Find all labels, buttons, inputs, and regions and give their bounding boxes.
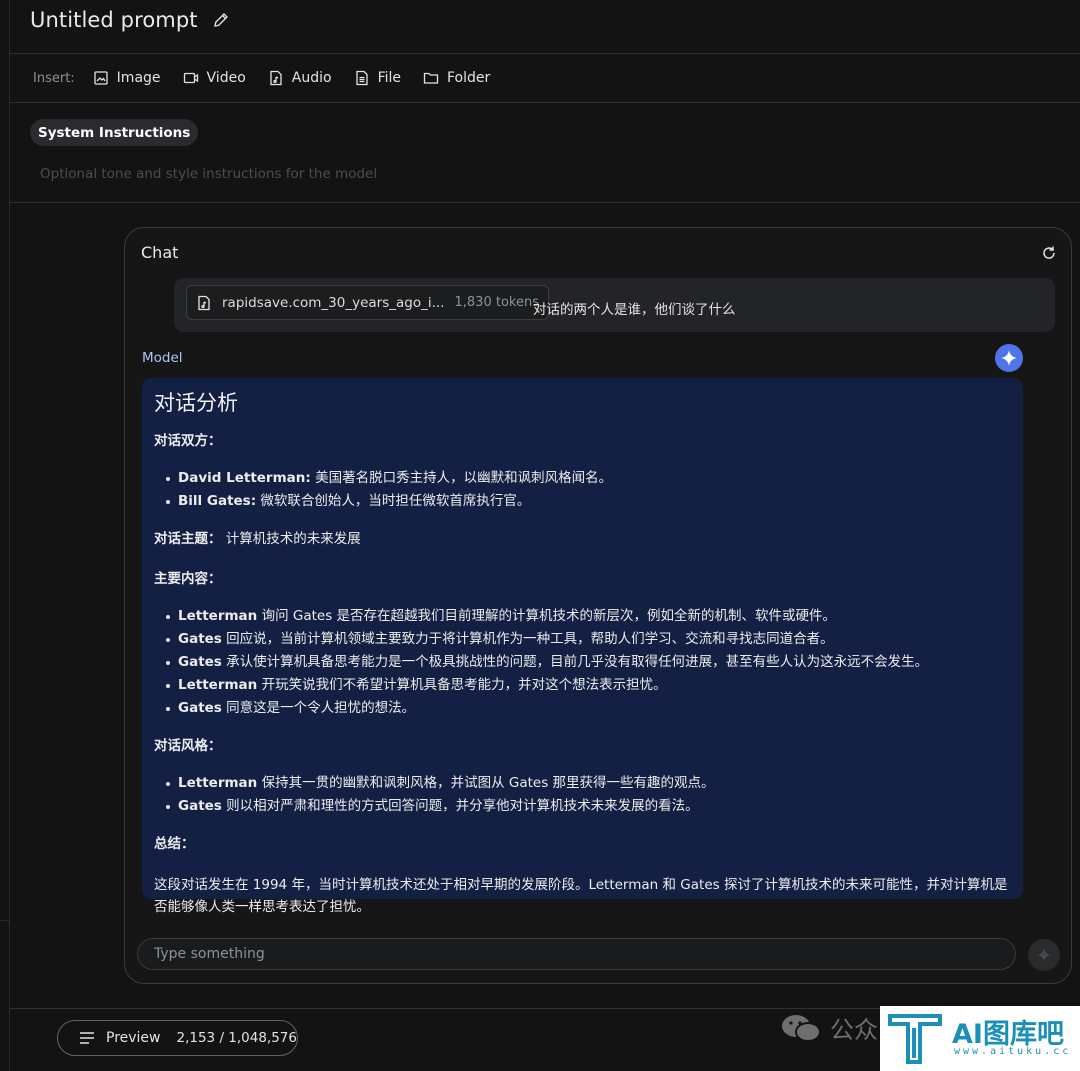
model-label: Model — [142, 350, 183, 366]
aituku-logo-watermark: AI图库吧 www.aituku.cc — [880, 1006, 1080, 1071]
preview-label: Preview — [106, 1030, 161, 1046]
wechat-watermark: 公众 — [780, 1010, 878, 1045]
left-divider-tick — [0, 920, 9, 921]
menu-lines-icon — [80, 1032, 94, 1044]
refresh-icon[interactable] — [1041, 245, 1057, 261]
insert-image-button[interactable]: Image — [93, 70, 161, 86]
file-token-count: 1,830 tokens — [454, 295, 539, 310]
list-item: Letterman 询问 Gates 是否存在超越我们目前理解的计算机技术的新层… — [166, 605, 1011, 628]
left-divider — [9, 0, 10, 1071]
content-title: 主要内容： — [154, 571, 222, 587]
audio-file-icon — [198, 295, 210, 310]
wechat-watermark-text: 公众 — [830, 1016, 878, 1044]
audio-icon — [270, 70, 282, 86]
user-message-text: 对话的两个人是谁，他们谈了什么 — [533, 302, 736, 318]
insert-label: Insert: — [33, 70, 75, 86]
content-list: Letterman 询问 Gates 是否存在超越我们目前理解的计算机技术的新层… — [166, 605, 1011, 720]
summary-title: 总结： — [154, 836, 195, 852]
list-item: David Letterman: 美国著名脱口秀主持人，以幽默和讽刺风格闻名。 — [166, 467, 1011, 490]
file-icon — [355, 70, 368, 86]
insert-video-button[interactable]: Video — [183, 70, 246, 86]
token-count: 2,153 / 1,048,576 — [176, 1030, 298, 1046]
system-instructions-chip[interactable]: System Instructions — [30, 119, 199, 146]
insert-toolbar: Insert: Image Video Audio File Folder — [33, 66, 512, 90]
system-instructions-input[interactable] — [40, 166, 740, 182]
aituku-logo-icon — [888, 1014, 942, 1064]
list-item: Bill Gates: 微软联合创始人，当时担任微软首席执行官。 — [166, 490, 1011, 513]
chat-input[interactable] — [137, 938, 1016, 970]
insert-video-label: Video — [206, 70, 246, 86]
image-icon — [94, 71, 108, 85]
list-item: Gates 回应说，当前计算机领域主要致力于将计算机作为一种工具，帮助人们学习、… — [166, 628, 1011, 651]
video-icon — [183, 72, 198, 84]
model-avatar[interactable] — [995, 344, 1023, 372]
attached-file-chip[interactable]: rapidsave.com_30_years_ago_i... 1,830 to… — [186, 285, 549, 320]
list-item: Letterman 开玩笑说我们不希望计算机具备思考能力，并对这个想法表示担忧。 — [166, 674, 1011, 697]
edit-pencil-icon[interactable] — [212, 11, 230, 29]
topic-line: 对话主题： 计算机技术的未来发展 — [154, 531, 361, 547]
insert-image-label: Image — [116, 70, 161, 86]
list-item: Letterman 保持其一贯的幽默和讽刺风格，并试图从 Gates 那里获得一… — [166, 772, 1011, 795]
insert-folder-button[interactable]: Folder — [423, 70, 490, 86]
list-item: Gates 同意这是一个令人担忧的想法。 — [166, 697, 1011, 720]
response-heading: 对话分析 — [154, 391, 238, 415]
folder-icon — [423, 72, 439, 84]
participants-list: David Letterman: 美国著名脱口秀主持人，以幽默和讽刺风格闻名。 … — [166, 467, 1011, 513]
title-row: Untitled prompt — [30, 8, 230, 32]
insert-folder-label: Folder — [447, 70, 491, 86]
list-item: Gates 则以相对严肃和理性的方式回答问题，并分享他对计算机技术未来发展的看法… — [166, 795, 1011, 818]
insert-file-button[interactable]: File — [354, 70, 401, 86]
insert-audio-label: Audio — [291, 70, 332, 86]
model-response: 对话分析 对话双方： David Letterman: 美国著名脱口秀主持人，以… — [142, 378, 1023, 915]
chat-panel: Chat rapidsave.com_30_years_ago_i... 1,8… — [124, 227, 1072, 984]
run-button[interactable] — [1028, 939, 1060, 971]
preview-button[interactable]: Preview 2,153 / 1,048,576 — [57, 1020, 298, 1056]
user-message: rapidsave.com_30_years_ago_i... 1,830 to… — [174, 278, 1055, 332]
divider — [9, 102, 1080, 103]
divider — [9, 202, 1080, 203]
wechat-icon — [782, 1014, 821, 1042]
divider — [9, 53, 1080, 54]
prompt-title[interactable]: Untitled prompt — [30, 8, 198, 32]
app-frame: Untitled prompt Insert: Image Video Audi… — [0, 0, 1080, 1071]
insert-audio-button[interactable]: Audio — [268, 70, 332, 86]
style-title: 对话风格： — [154, 738, 222, 754]
list-item: Gates 承认使计算机具备思考能力是一个极具挑战性的问题，目前几乎没有取得任何… — [166, 651, 1011, 674]
logo-subtext: www.aituku.cc — [954, 1046, 1072, 1057]
style-list: Letterman 保持其一贯的幽默和讽刺风格，并试图从 Gates 那里获得一… — [166, 772, 1011, 818]
participants-title: 对话双方： — [154, 433, 222, 449]
insert-file-label: File — [377, 70, 401, 86]
sparkle-icon — [1037, 948, 1051, 962]
sparkle-icon — [1001, 350, 1017, 366]
summary-text: 这段对话发生在 1994 年，当时计算机技术还处于相对早期的发展阶段。Lette… — [154, 877, 1008, 915]
chat-title: Chat — [141, 243, 179, 262]
file-name: rapidsave.com_30_years_ago_i... — [222, 294, 445, 311]
